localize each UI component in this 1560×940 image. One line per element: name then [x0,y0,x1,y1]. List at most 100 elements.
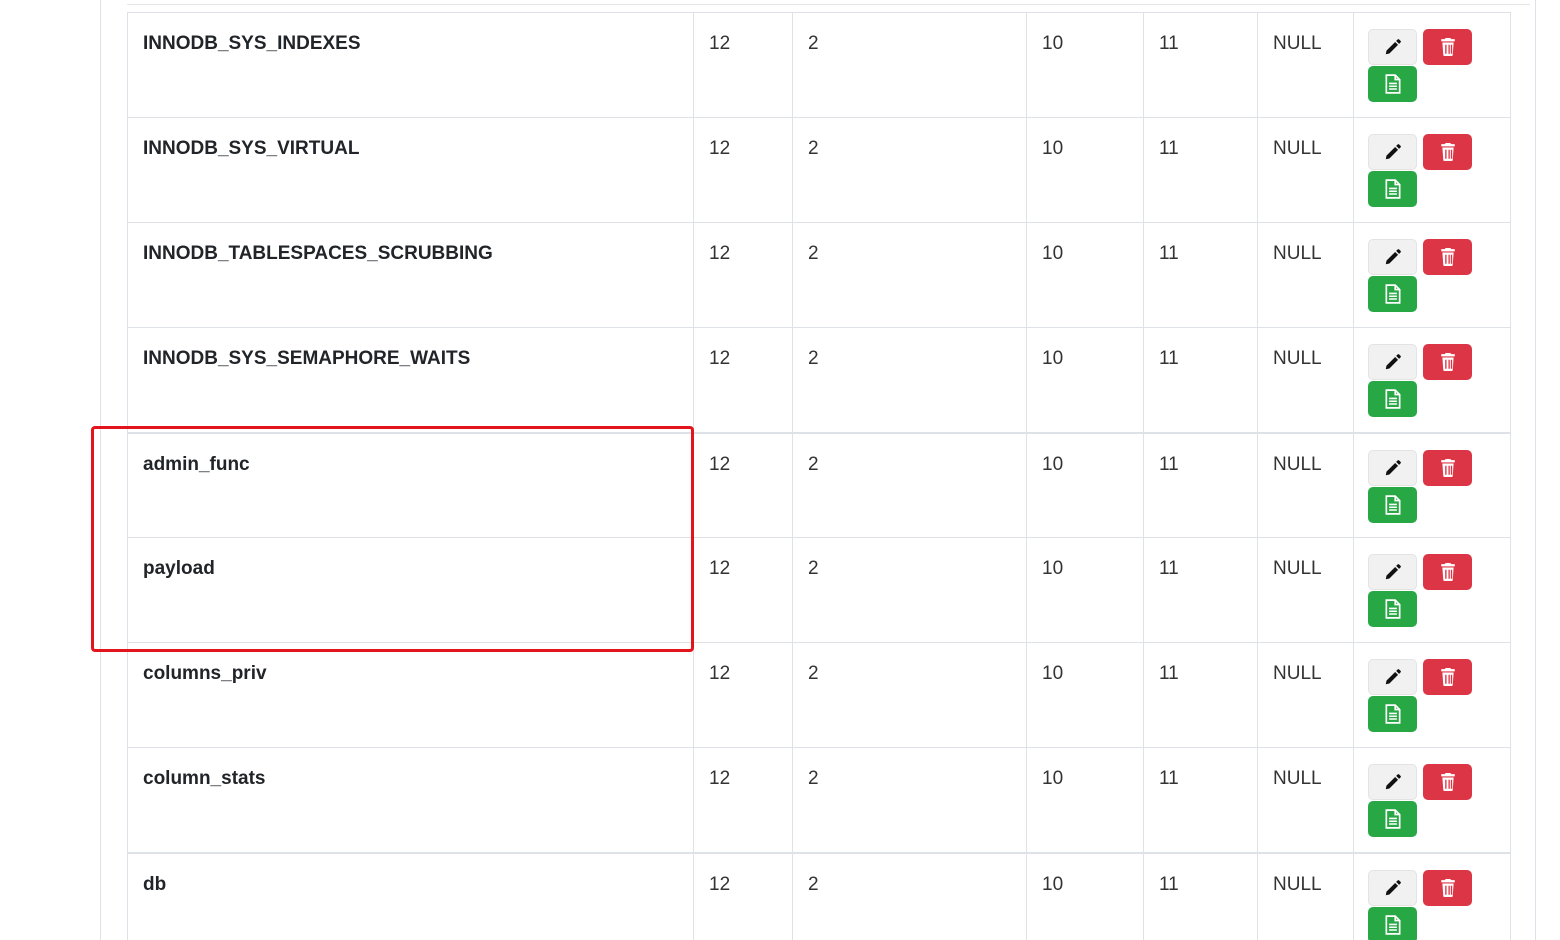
document-button[interactable] [1368,801,1417,837]
edit-button[interactable] [1368,134,1417,170]
value-cell-5: NULL [1257,537,1354,643]
document-button[interactable] [1368,276,1417,312]
pencil-icon [1384,668,1402,686]
pencil-icon [1384,459,1402,477]
table-name: INNODB_SYS_SEMAPHORE_WAITS [143,348,471,369]
table-name-cell: INNODB_SYS_INDEXES [127,12,694,118]
edit-button[interactable] [1368,239,1417,275]
table-row: INNODB_SYS_SEMAPHORE_WAITS 12 2 10 11 NU… [127,327,1511,433]
value-2: 2 [808,453,819,475]
table-body: INNODB_SYS_INDEXES 12 2 10 11 NULL INNOD… [127,12,1511,940]
edit-button[interactable] [1368,449,1417,486]
document-icon [1385,599,1401,619]
row-actions [1354,328,1510,432]
value-5: NULL [1273,873,1322,895]
table-name: column_stats [143,768,266,789]
row-actions [1354,538,1510,642]
delete-button[interactable] [1423,344,1472,380]
value-cell-1: 12 [693,642,793,748]
value-cell-4: 11 [1143,851,1258,940]
edit-button[interactable] [1368,659,1417,695]
value-cell-1: 12 [693,851,793,940]
value-cell-5: NULL [1257,327,1354,433]
pencil-icon [1384,248,1402,266]
value-cell-5: NULL [1257,747,1354,853]
table-name-cell: column_stats [127,747,694,853]
table-row: column_stats 12 2 10 11 NULL [127,747,1511,853]
document-button[interactable] [1368,381,1417,417]
delete-button[interactable] [1423,449,1472,486]
actions-cell [1353,642,1511,748]
table-name-cell: columns_priv [127,642,694,748]
value-2: 2 [808,768,819,789]
delete-button[interactable] [1423,554,1472,590]
value-2: 2 [808,873,819,895]
document-button[interactable] [1368,171,1417,207]
edit-button[interactable] [1368,764,1417,800]
table-row: INNODB_SYS_INDEXES 12 2 10 11 NULL [127,12,1511,118]
value-cell-1: 12 [693,747,793,853]
value-3: 10 [1042,873,1064,895]
value-3: 10 [1042,663,1064,684]
value-4: 11 [1159,33,1179,54]
edit-button[interactable] [1368,554,1417,590]
table-name: INNODB_SYS_VIRTUAL [143,138,360,159]
value-4: 11 [1159,663,1179,684]
page: INNODB_SYS_INDEXES 12 2 10 11 NULL INNOD… [0,0,1560,940]
value-cell-4: 11 [1143,642,1258,748]
document-button[interactable] [1368,66,1417,102]
value-cell-4: 11 [1143,327,1258,433]
row-actions [1354,854,1510,940]
value-2: 2 [808,138,819,159]
value-1: 12 [709,243,731,264]
edit-button[interactable] [1368,869,1417,906]
actions-cell [1353,12,1511,118]
value-1: 12 [709,768,731,789]
value-3: 10 [1042,33,1064,54]
document-button[interactable] [1368,591,1417,627]
value-4: 11 [1159,768,1179,789]
value-4: 11 [1159,348,1179,369]
document-icon [1385,389,1401,409]
table-name: INNODB_TABLESPACES_SCRUBBING [143,243,493,264]
delete-button[interactable] [1423,29,1472,65]
value-1: 12 [709,558,731,579]
table-name: payload [143,558,215,579]
value-2: 2 [808,663,819,684]
document-button[interactable] [1368,486,1417,523]
value-cell-1: 12 [693,327,793,433]
value-cell-3: 10 [1026,117,1144,223]
delete-button[interactable] [1423,659,1472,695]
table-name-cell: INNODB_SYS_SEMAPHORE_WAITS [127,327,694,433]
row-actions [1354,13,1510,117]
trash-icon [1440,458,1456,477]
outer-border-right [1535,0,1536,940]
value-cell-2: 2 [792,747,1027,853]
row-actions [1354,223,1510,327]
value-cell-4: 11 [1143,537,1258,643]
value-1: 12 [709,138,731,159]
value-cell-1: 12 [693,222,793,328]
delete-button[interactable] [1423,764,1472,800]
delete-button[interactable] [1423,869,1472,906]
delete-button[interactable] [1423,134,1472,170]
actions-cell [1353,117,1511,223]
value-cell-2: 2 [792,327,1027,433]
edit-button[interactable] [1368,29,1417,65]
value-cell-1: 12 [693,117,793,223]
value-5: NULL [1273,138,1322,159]
pencil-icon [1384,143,1402,161]
table-name-cell: payload [127,537,694,643]
document-button[interactable] [1368,696,1417,732]
value-cell-2: 2 [792,851,1027,940]
value-cell-4: 11 [1143,222,1258,328]
delete-button[interactable] [1423,239,1472,275]
trash-icon [1440,248,1456,266]
edit-button[interactable] [1368,344,1417,380]
value-cell-1: 12 [693,431,793,538]
value-1: 12 [709,453,731,475]
document-button[interactable] [1368,906,1417,940]
value-2: 2 [808,348,819,369]
trash-icon [1440,563,1456,581]
trash-icon [1440,38,1456,56]
